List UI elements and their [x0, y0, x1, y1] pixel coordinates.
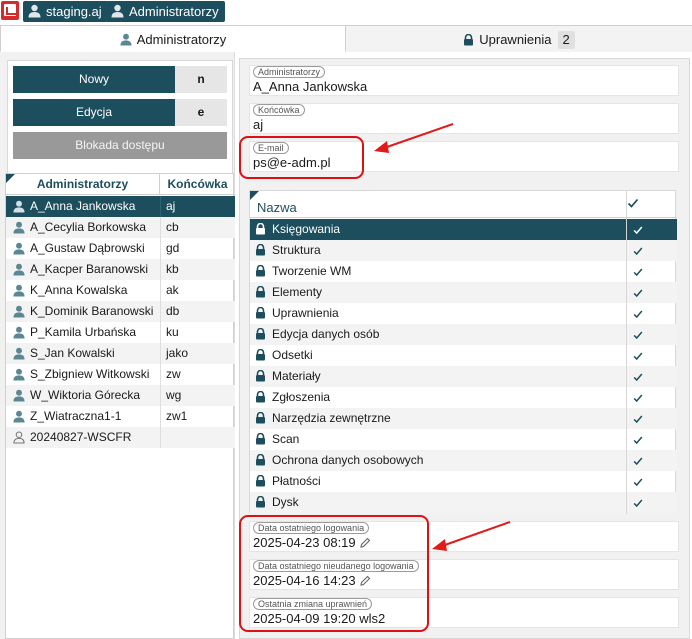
annotation-arrows	[374, 123, 511, 551]
